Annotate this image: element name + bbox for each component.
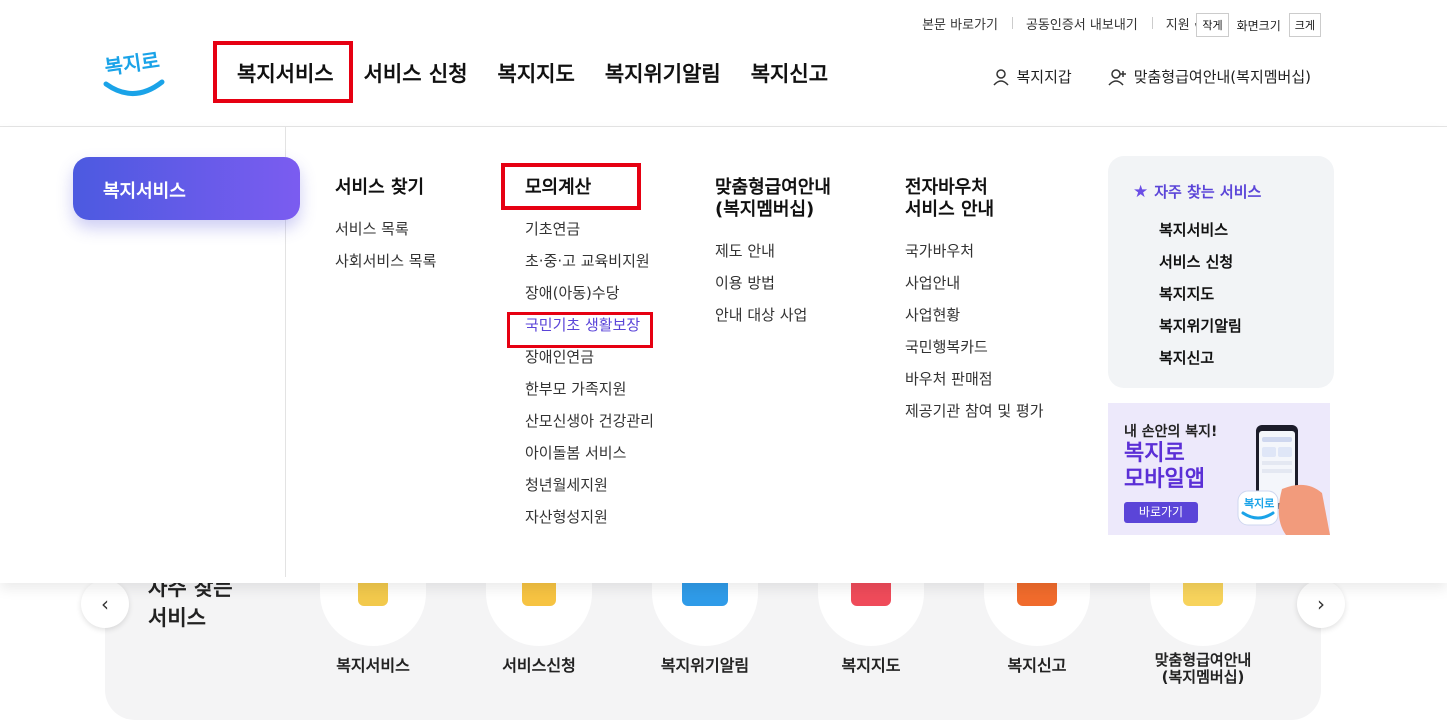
favorites-box: ★ 자주 찾는 서비스 복지서비스 서비스 신청 복지지도 복지위기알림 복지신…: [1108, 156, 1334, 388]
menu-link[interactable]: 제공기관 참여 및 평가: [905, 395, 1044, 427]
header-right: 복지지갑 맞춤형급여안내(복지멤버십): [992, 66, 1311, 87]
chevron-right-icon: ›: [1317, 592, 1325, 616]
bokjiro-logo[interactable]: 복지로: [103, 48, 165, 100]
prev-arrow-button[interactable]: ‹: [81, 580, 129, 628]
menu-link[interactable]: 바우처 판매점: [905, 363, 1044, 395]
quick-item-label: 맞춤형급여안내 (복지멤버십): [1133, 652, 1273, 686]
favorites-title-label: 자주 찾는 서비스: [1154, 183, 1262, 201]
nav-welfare-report[interactable]: 복지신고: [736, 58, 843, 88]
banner-go-button[interactable]: 바로가기: [1124, 502, 1198, 523]
wallet-label: 복지지갑: [1016, 68, 1072, 86]
menu-link[interactable]: 산모신생아 건강관리: [525, 405, 654, 437]
next-arrow-button[interactable]: ›: [1297, 580, 1345, 628]
cert-export-link[interactable]: 공동인증서 내보내기: [1011, 14, 1152, 33]
menu-link[interactable]: 이용 방법: [715, 267, 831, 299]
menu-link[interactable]: 국민행복카드: [905, 331, 1044, 363]
quick-item-label: 복지서비스: [336, 656, 410, 675]
banner-subtitle: 내 손안의 복지!: [1124, 424, 1218, 440]
favorite-link[interactable]: 복지지도: [1133, 278, 1309, 310]
svg-text:복지로: 복지로: [1244, 496, 1274, 510]
mega-menu: 복지서비스 서비스 찾기 서비스 목록 사회서비스 목록 모의계산 기초연금 초…: [0, 127, 1447, 583]
wallet-link[interactable]: 복지지갑: [992, 66, 1072, 87]
skip-link[interactable]: 본문 바로가기: [908, 14, 1012, 33]
menu-link[interactable]: 사업안내: [905, 267, 1044, 299]
menu-link[interactable]: 한부모 가족지원: [525, 373, 654, 405]
support-label: 지원: [1165, 18, 1190, 33]
menu-link[interactable]: 청년월세지원: [525, 469, 654, 501]
nav-welfare-service[interactable]: 복지서비스: [222, 58, 349, 88]
nav-service-apply[interactable]: 서비스 신청: [349, 58, 483, 88]
font-size-control: 작게 화면크기 크게: [1196, 13, 1321, 37]
large-font-button[interactable]: 크게: [1288, 13, 1321, 37]
col-title-line1: 맞춤형급여안내: [715, 177, 831, 198]
phone-hand-icon: 복지로: [1237, 425, 1330, 535]
banner-title: 복지로 모바일앱: [1124, 441, 1205, 493]
menu-link[interactable]: 아이돌봄 서비스: [525, 437, 654, 469]
banner-title-line2: 모바일앱: [1124, 467, 1205, 492]
menu-link[interactable]: 제도 안내: [715, 235, 831, 267]
favorite-link[interactable]: 복지위기알림: [1133, 310, 1309, 342]
quick-item-label: 복지지도: [841, 656, 901, 675]
col-title-line2: 서비스 안내: [905, 199, 995, 220]
menu-link[interactable]: 기초연금: [525, 213, 654, 245]
favorite-link[interactable]: 서비스 신청: [1133, 246, 1309, 278]
col-title: 전자바우처 서비스 안내: [905, 177, 1044, 221]
favorite-link[interactable]: 복지신고: [1133, 342, 1309, 374]
col-title: 서비스 찾기: [335, 177, 425, 198]
menu-link[interactable]: 국가바우처: [905, 235, 1044, 267]
membership-label: 맞춤형급여안내(복지멤버십): [1133, 68, 1311, 86]
banner-title-line1: 복지로: [1124, 441, 1185, 466]
chevron-left-icon: ‹: [101, 592, 109, 616]
col-title: 맞춤형급여안내 (복지멤버십): [715, 177, 831, 221]
col-service-find: 서비스 찾기 서비스 목록 사회서비스 목록: [335, 177, 436, 277]
quick-item-label: 서비스신청: [502, 656, 576, 675]
user-icon: [993, 68, 1010, 86]
menu-link[interactable]: 안내 대상 사업: [715, 299, 831, 331]
mobile-app-banner[interactable]: 내 손안의 복지! 복지로 모바일앱 바로가기 복지로: [1108, 403, 1330, 535]
col-title-line2: (복지멤버십): [715, 199, 815, 220]
user-add-icon: [1108, 68, 1126, 86]
quick-title-line2: 서비스: [148, 606, 206, 630]
menu-link[interactable]: 장애(아동)수당: [525, 277, 654, 309]
svg-text:복지로: 복지로: [103, 49, 161, 79]
quick-item-label-line1: 맞춤형급여안내: [1154, 651, 1252, 669]
menu-link[interactable]: 사업현황: [905, 299, 1044, 331]
favorite-link[interactable]: 복지서비스: [1133, 214, 1309, 246]
mega-side-category[interactable]: 복지서비스: [73, 157, 300, 220]
col-simulation: 모의계산 기초연금 초·중·고 교육비지원 장애(아동)수당 국민기초 생활보장…: [525, 177, 654, 533]
col-title: 모의계산: [525, 177, 592, 198]
menu-link[interactable]: 초·중·고 교육비지원: [525, 245, 654, 277]
col-voucher: 전자바우처 서비스 안내 국가바우처 사업안내 사업현황 국민행복카드 바우처 판…: [905, 177, 1044, 427]
nav-welfare-map[interactable]: 복지지도: [483, 58, 590, 88]
membership-link[interactable]: 맞춤형급여안내(복지멤버십): [1108, 66, 1311, 87]
nav-crisis-alert[interactable]: 복지위기알림: [590, 58, 736, 88]
menu-link[interactable]: 사회서비스 목록: [335, 245, 436, 277]
utility-bar: 본문 바로가기 공동인증서 내보내기 지원∨: [908, 14, 1215, 33]
menu-link[interactable]: 장애인연금: [525, 341, 654, 373]
star-icon: ★: [1133, 181, 1149, 202]
small-font-button[interactable]: 작게: [1196, 13, 1229, 37]
quick-item-label: 복지신고: [1007, 656, 1067, 675]
favorites-title: ★ 자주 찾는 서비스: [1133, 181, 1309, 202]
quick-item-label-line2: (복지멤버십): [1161, 668, 1245, 686]
main-nav: 복지서비스 서비스 신청 복지지도 복지위기알림 복지신고: [222, 58, 843, 88]
menu-link[interactable]: 자산형성지원: [525, 501, 654, 533]
col-title-line1: 전자바우처: [905, 177, 988, 198]
col-membership: 맞춤형급여안내 (복지멤버십) 제도 안내 이용 방법 안내 대상 사업: [715, 177, 831, 331]
quick-item-label: 복지위기알림: [660, 656, 750, 675]
menu-link-active[interactable]: 국민기초 생활보장: [525, 309, 654, 341]
menu-link[interactable]: 서비스 목록: [335, 213, 436, 245]
zoom-label: 화면크기: [1236, 18, 1281, 33]
